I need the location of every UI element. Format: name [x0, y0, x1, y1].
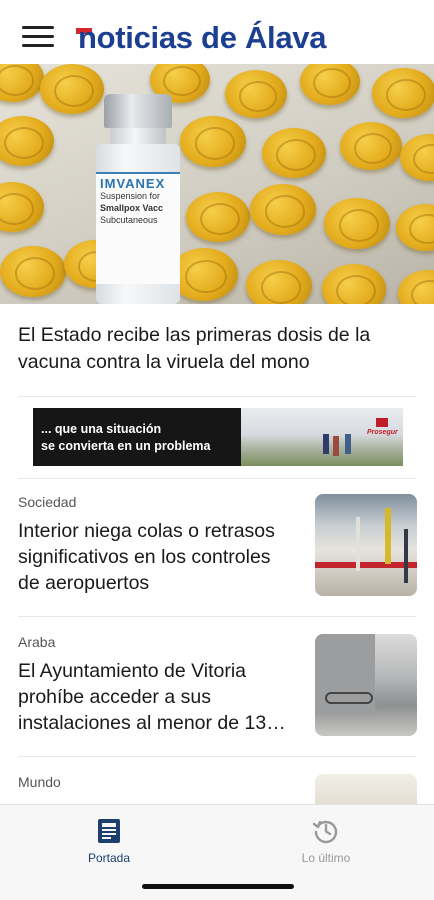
- vaccine-cap: [180, 116, 246, 168]
- vaccine-vial: IMVANEX Suspension for Smallpox Vacc Sub…: [92, 94, 184, 304]
- hero-image[interactable]: IMVANEX Suspension for Smallpox Vacc Sub…: [0, 64, 434, 304]
- newspaper-icon: [98, 819, 120, 843]
- vaccine-cap: [186, 192, 250, 242]
- divider: [18, 616, 416, 617]
- article-thumbnail[interactable]: [315, 774, 417, 804]
- article-section: Araba: [18, 634, 56, 650]
- vaccine-cap: [398, 270, 434, 304]
- vaccine-cap: [324, 198, 390, 250]
- vaccine-cap: [372, 68, 434, 118]
- vaccine-cap: [0, 182, 44, 232]
- vaccine-cap: [396, 204, 434, 251]
- tab-lo-ultimo[interactable]: Lo último: [266, 817, 386, 865]
- history-clock-icon: [312, 820, 338, 844]
- divider: [18, 756, 416, 757]
- ad-logo: Prosegur: [367, 418, 398, 442]
- vaccine-cap: [262, 128, 326, 178]
- tab-label: Lo último: [301, 851, 351, 865]
- article-thumbnail[interactable]: [315, 634, 417, 736]
- vaccine-cap: [0, 246, 66, 298]
- vial-label: IMVANEX Suspension for Smallpox Vacc Sub…: [96, 172, 180, 284]
- tab-label: Portada: [87, 851, 131, 865]
- home-indicator: [142, 884, 294, 889]
- vaccine-cap: [400, 134, 434, 181]
- divider: [18, 478, 416, 479]
- vaccine-cap: [340, 122, 402, 171]
- hamburger-menu-icon[interactable]: [22, 26, 54, 48]
- vaccine-cap: [225, 70, 287, 119]
- article-title[interactable]: El Ayuntamiento de Vitoria prohíbe acced…: [18, 658, 288, 736]
- tab-portada[interactable]: Portada: [49, 817, 169, 865]
- article-item[interactable]: Araba El Ayuntamiento de Vitoria prohíbe…: [18, 634, 418, 744]
- vaccine-cap: [0, 116, 54, 166]
- ad-text: ... que una situación se convierta en un…: [41, 422, 211, 453]
- vaccine-cap: [0, 64, 44, 103]
- site-logo[interactable]: noticias de Álava: [78, 20, 326, 56]
- divider: [18, 396, 416, 397]
- vaccine-cap: [246, 260, 312, 304]
- article-section: Mundo: [18, 774, 61, 790]
- article-item[interactable]: Sociedad Interior niega colas o retrasos…: [18, 494, 418, 604]
- article-item[interactable]: Mundo: [18, 774, 418, 804]
- app-header: noticias de Álava: [0, 0, 434, 64]
- article-section: Sociedad: [18, 494, 77, 510]
- vaccine-cap: [250, 184, 316, 236]
- hero-headline[interactable]: El Estado recibe las primeras dosis de l…: [18, 322, 418, 376]
- article-title[interactable]: Interior niega colas o retrasos signific…: [18, 518, 288, 596]
- article-thumbnail[interactable]: [315, 494, 417, 596]
- vaccine-cap: [322, 264, 386, 304]
- ad-banner[interactable]: ... que una situación se convierta en un…: [33, 408, 403, 466]
- vaccine-cap: [300, 64, 360, 105]
